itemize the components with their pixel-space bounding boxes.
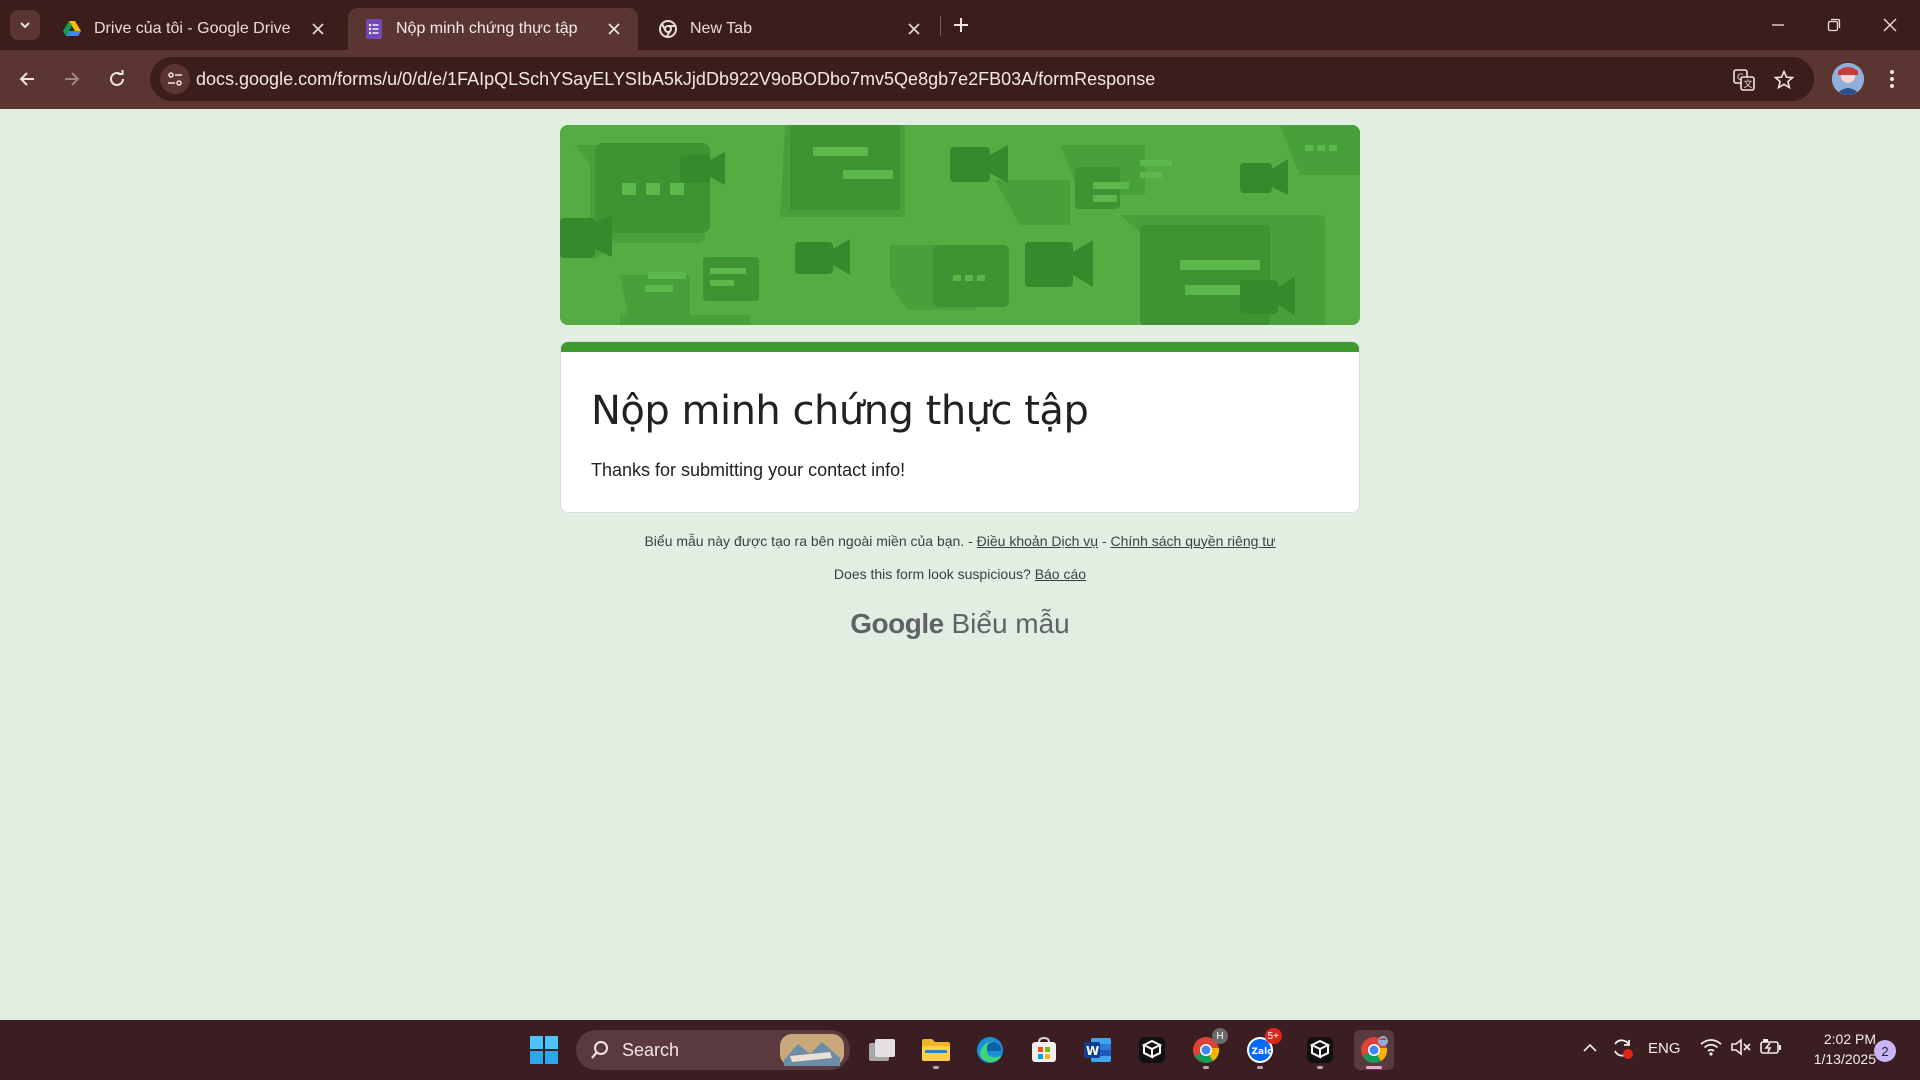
browser-menu-button[interactable] (1876, 63, 1908, 95)
domain-notice: Biểu mẫu này được tạo ra bên ngoài miền … (644, 533, 973, 549)
chrome-active-button[interactable] (1354, 1030, 1394, 1070)
clock-time: 2:02 PM (1823, 1031, 1876, 1047)
site-info-button[interactable] (160, 64, 190, 94)
capcut-icon (1307, 1037, 1333, 1063)
google-forms-icon (364, 19, 384, 39)
google-drive-icon (62, 19, 82, 39)
show-hidden-icons-button[interactable] (1582, 1040, 1598, 1060)
arrow-right-icon (65, 72, 80, 86)
chrome-profile-badge: H (1212, 1028, 1228, 1044)
taskbar-clock[interactable]: 2:02 PM 1/13/2025 (1786, 1029, 1876, 1069)
restore-icon (1827, 18, 1841, 32)
forward-button[interactable] (55, 62, 89, 96)
google-forms-logo[interactable]: Google Biểu mẫu (560, 608, 1360, 640)
plus-icon (954, 18, 968, 32)
edge-icon (977, 1037, 1003, 1063)
chrome-profile-h-button[interactable]: H (1186, 1028, 1228, 1070)
address-bar[interactable]: docs.google.com/forms/u/0/d/e/1FAIpQLSch… (150, 57, 1814, 101)
report-link[interactable]: Báo cáo (1035, 566, 1086, 582)
microsoft-store-button[interactable] (1024, 1030, 1064, 1070)
avatar-image (1832, 63, 1864, 95)
tab-separator (940, 16, 941, 36)
taskbar-search[interactable]: Search (576, 1030, 850, 1070)
sync-status-icon[interactable] (1610, 1036, 1634, 1064)
restore-button[interactable] (1806, 0, 1862, 50)
google-wordmark: Google (850, 608, 944, 639)
zalo-button[interactable]: Zalo 5+ (1240, 1028, 1282, 1070)
forms-wordmark: Biểu mẫu (951, 608, 1070, 639)
task-view-button[interactable] (862, 1030, 902, 1070)
task-view-icon (869, 1039, 895, 1061)
svg-text:文: 文 (1744, 78, 1753, 90)
suspicious-text: Does this form look suspicious? (833, 566, 1031, 582)
confirmation-message: Thanks for submitting your contact info! (591, 460, 906, 480)
back-button[interactable] (10, 62, 44, 96)
edge-button[interactable] (970, 1030, 1010, 1070)
browser-toolbar: docs.google.com/forms/u/0/d/e/1FAIpQLSch… (0, 50, 1920, 109)
windows-taskbar: Search W H Zalo 5+ ENG 2:02 PM 1/13/2025… (0, 1020, 1920, 1080)
tab-new-tab[interactable]: New Tab (642, 8, 938, 50)
tab-title: Drive của tôi - Google Drive (94, 20, 291, 37)
chat-pattern-image (560, 125, 1360, 325)
chevron-up-icon (1583, 1043, 1597, 1052)
translate-icon[interactable]: G文 (1730, 66, 1758, 94)
search-icon (591, 1041, 608, 1059)
chrome-icon (1361, 1036, 1388, 1063)
battery-charging-icon[interactable] (1760, 1038, 1782, 1060)
input-language[interactable]: ENG (1648, 1040, 1681, 1057)
word-icon: W (1084, 1038, 1111, 1062)
capcut-second-button[interactable] (1300, 1030, 1340, 1070)
tab-strip: Drive của tôi - Google Drive Nộp minh ch… (0, 0, 1920, 50)
tab-google-drive[interactable]: Drive của tôi - Google Drive (46, 8, 342, 50)
tab-google-forms[interactable]: Nộp minh chứng thực tập (348, 8, 638, 50)
close-icon (1883, 18, 1897, 32)
folder-icon (922, 1039, 950, 1061)
capcut-button[interactable] (1132, 1030, 1172, 1070)
close-window-button[interactable] (1862, 0, 1918, 50)
arrow-left-icon (19, 72, 34, 86)
reload-icon (110, 70, 124, 86)
search-label: Search (622, 1040, 680, 1060)
privacy-link[interactable]: Chính sách quyền riêng tư (1111, 533, 1276, 549)
zalo-unread-badge: 5+ (1264, 1028, 1282, 1044)
terms-link[interactable]: Điều khoản Dịch vụ (977, 533, 1098, 549)
notification-count-badge[interactable]: 2 (1874, 1040, 1896, 1062)
tab-title: Nộp minh chứng thực tập (396, 20, 578, 37)
more-vertical-icon (1890, 70, 1894, 88)
url-text[interactable]: docs.google.com/forms/u/0/d/e/1FAIpQLSch… (196, 69, 1155, 90)
footer-separator: - (1101, 533, 1107, 549)
tune-icon (168, 72, 182, 86)
card-accent-bar (561, 342, 1359, 352)
footer-report: Does this form look suspicious? Báo cáo (560, 566, 1360, 582)
clock-date: 1/13/2025 (1813, 1051, 1876, 1067)
capcut-icon (1139, 1037, 1165, 1063)
windows-logo-icon (530, 1036, 558, 1064)
reload-button[interactable] (100, 62, 134, 96)
store-icon (1032, 1036, 1056, 1062)
form-title: Nộp minh chứng thực tập (591, 388, 1089, 434)
close-tab-icon[interactable] (604, 19, 624, 39)
svg-text:W: W (1086, 1044, 1099, 1058)
close-tab-icon[interactable] (904, 19, 924, 39)
wifi-icon[interactable] (1700, 1038, 1722, 1060)
search-highlight-image (780, 1034, 844, 1066)
minimize-button[interactable] (1750, 0, 1806, 50)
confirmation-card: Nộp minh chứng thực tập Thanks for submi… (560, 341, 1360, 513)
footer-notice: Biểu mẫu này được tạo ra bên ngoài miền … (560, 533, 1360, 549)
profile-avatar[interactable] (1832, 63, 1864, 95)
new-tab-button[interactable] (948, 12, 974, 38)
chrome-icon (658, 19, 678, 39)
word-button[interactable]: W (1078, 1030, 1118, 1070)
form-header-banner (560, 125, 1360, 325)
close-tab-icon[interactable] (308, 19, 328, 39)
tab-search-button[interactable] (10, 10, 40, 40)
volume-muted-icon[interactable] (1730, 1038, 1752, 1060)
file-explorer-button[interactable] (916, 1030, 956, 1070)
bookmark-star-icon[interactable] (1770, 66, 1798, 94)
minimize-icon (1772, 24, 1784, 26)
start-button[interactable] (524, 1030, 564, 1070)
chevron-down-icon (20, 22, 30, 29)
tab-title: New Tab (690, 20, 752, 37)
zalo-label: Zalo (1252, 1047, 1274, 1057)
